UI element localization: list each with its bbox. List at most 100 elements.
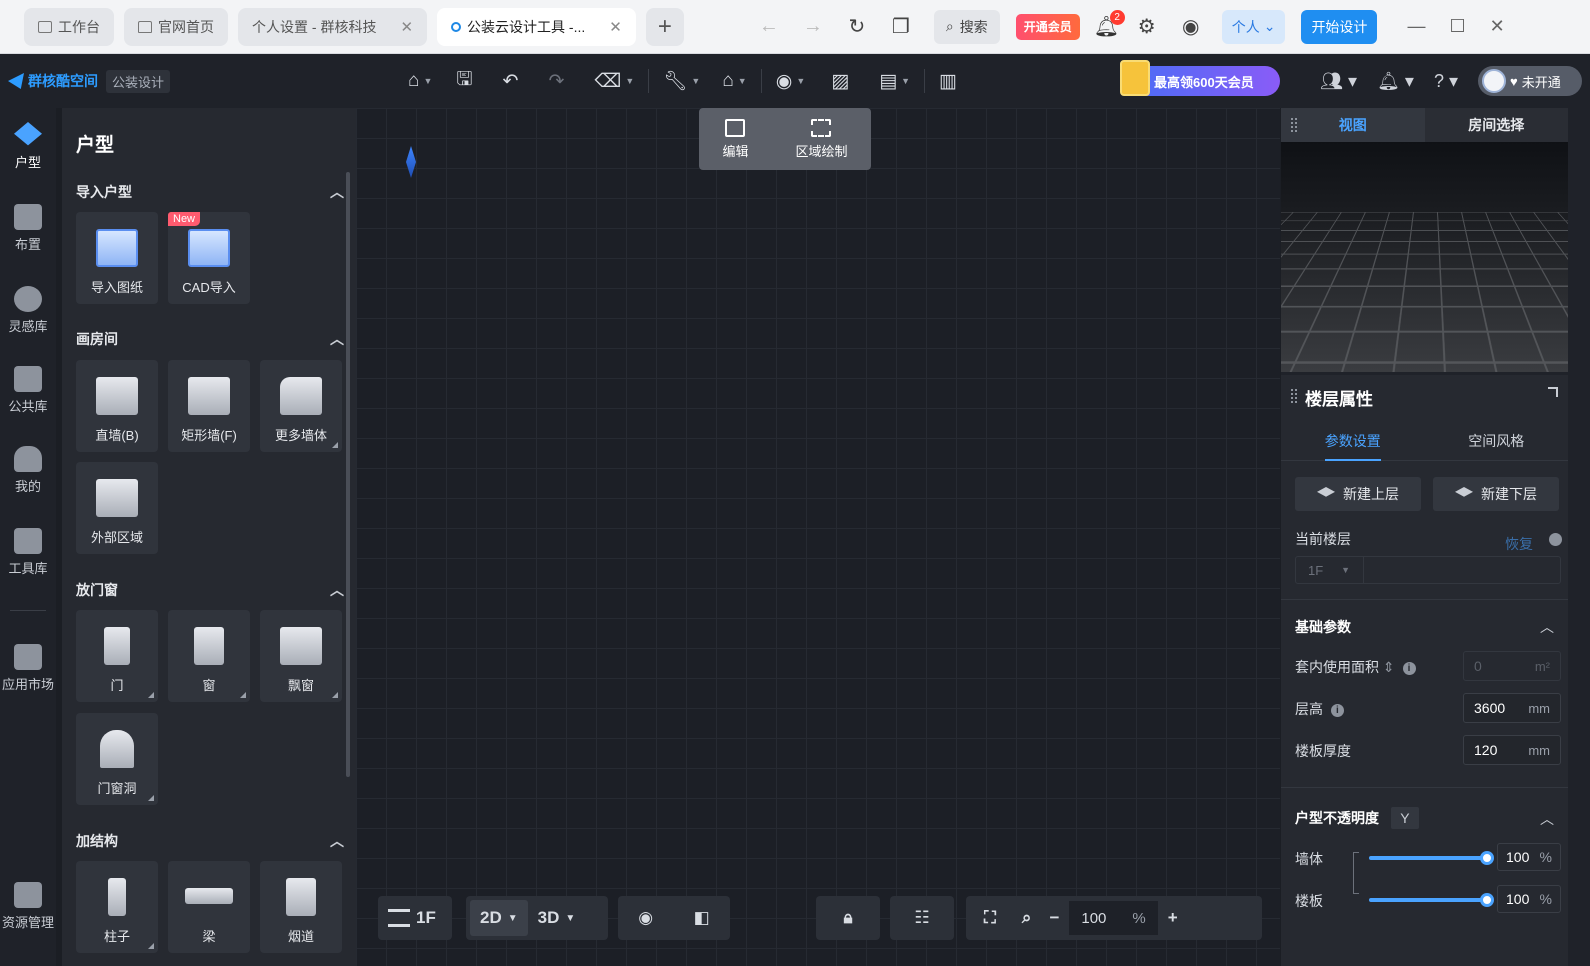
tab-view[interactable]: 视图 <box>1281 108 1425 142</box>
lock-tool[interactable]: 🔒︎ <box>816 896 880 940</box>
floor-height-input[interactable]: 3600 mm <box>1463 693 1561 723</box>
edit-tool-button[interactable]: 编辑 <box>722 118 749 160</box>
back-icon[interactable]: ← <box>754 12 784 42</box>
lock-icon[interactable]: 🔒︎ <box>833 908 862 928</box>
vip-status-pill[interactable]: ♥ 未开通 <box>1478 66 1582 96</box>
close-window-icon[interactable]: ✕ <box>1490 16 1505 37</box>
persona-dropdown[interactable]: 个人 ⌄ <box>1221 9 1286 44</box>
open-vip-button[interactable]: 开通会员 <box>1015 13 1080 40</box>
tab-parameters[interactable]: 参数设置 <box>1281 421 1425 461</box>
wall-opacity-slider[interactable] <box>1369 851 1494 865</box>
rail-item-mine[interactable]: 我的 <box>0 446 56 495</box>
more-walls-card[interactable]: 更多墙体 <box>260 360 342 452</box>
floor-switcher[interactable]: 1F <box>378 896 452 940</box>
zoom-input[interactable]: 100 % <box>1069 901 1158 935</box>
new-upper-floor-button[interactable]: 新建上层 <box>1295 477 1421 511</box>
section-header-structure[interactable]: 加结构 ︿ <box>76 831 344 851</box>
rail-item-resource-management[interactable]: 资源管理 <box>0 882 56 931</box>
settings-icon[interactable]: ⚙ <box>1132 12 1162 42</box>
toggle-tool[interactable]: ☷ <box>890 896 954 940</box>
rail-item-toolbox[interactable]: 工具库 <box>0 528 56 577</box>
panel-scrollbar[interactable] <box>346 172 350 777</box>
app-logo[interactable]: 群核酷空间 <box>8 71 98 91</box>
door-opening-card[interactable]: 门窗洞 <box>76 713 158 805</box>
help-icon[interactable]: ? ▾ <box>1434 71 1458 92</box>
current-floor-select[interactable]: 1F ▼ <box>1295 556 1561 584</box>
wall-opacity-input[interactable]: 100 % <box>1497 843 1561 871</box>
image-button[interactable]: ▨ <box>831 64 849 98</box>
eraser-button[interactable]: ⌫ ▼ <box>594 64 634 98</box>
region-draw-button[interactable]: 区域绘制 <box>795 118 848 160</box>
drag-handle-icon[interactable] <box>1291 389 1297 403</box>
section-header-draw-room[interactable]: 画房间 ︿ <box>76 329 344 349</box>
robot-icon[interactable]: ◉ <box>1176 12 1206 42</box>
cad-import-card[interactable]: New CAD导入 <box>168 212 250 304</box>
notification-button[interactable]: 🔔︎ 2 <box>1094 9 1125 40</box>
straight-wall-card[interactable]: 直墙(B) <box>76 360 158 452</box>
flue-card[interactable]: 烟道 <box>260 861 342 953</box>
3d-preview[interactable] <box>1281 142 1568 372</box>
chevron-up-icon[interactable]: ︿ <box>1540 617 1554 637</box>
rail-item-layout[interactable]: 布置 <box>0 204 56 253</box>
section-header-doors-windows[interactable]: 放门窗 ︿ <box>76 580 344 600</box>
save-button[interactable]: 🖫 <box>456 64 472 98</box>
expand-icon[interactable] <box>1548 387 1558 397</box>
rail-item-floorplan[interactable]: 户型 <box>0 122 56 171</box>
camera-button[interactable]: ◉ ▼ <box>776 64 806 98</box>
fit-view-button[interactable]: ⛶ <box>966 908 1014 928</box>
import-drawing-card[interactable]: 导入图纸 <box>76 212 158 304</box>
slab-thickness-input[interactable]: 120 mm <box>1463 735 1561 765</box>
rail-item-inspiration[interactable]: 灵感库 <box>0 286 56 335</box>
section-header-import[interactable]: 导入户型 ︿ <box>76 182 344 202</box>
zoom-in-button[interactable]: + <box>1158 908 1188 928</box>
zoom-region-button[interactable]: ⌕ <box>1014 908 1040 928</box>
search-button[interactable]: ⌕ 搜索 <box>933 9 1000 44</box>
window-card[interactable]: 窗 <box>168 610 250 702</box>
new-tab-button[interactable]: + <box>645 7 684 46</box>
info-icon[interactable]: i <box>1330 703 1344 717</box>
outer-area-card[interactable]: 外部区域 <box>76 462 158 554</box>
link-icon[interactable] <box>1353 852 1359 894</box>
slab-opacity-input[interactable]: 100 % <box>1497 885 1561 913</box>
home-menu-button[interactable]: ⌂ ▼ <box>408 64 432 98</box>
opacity-toggle[interactable]: Y <box>1390 807 1419 829</box>
mode-2d-button[interactable]: 2D ▼ <box>470 900 528 936</box>
rail-item-public-library[interactable]: 公共库 <box>0 366 56 415</box>
drag-handle-icon[interactable] <box>1291 118 1297 132</box>
cube-view-button[interactable]: ◧ <box>684 908 720 928</box>
structure-button[interactable]: ⌂ ▼ <box>722 64 746 98</box>
toggle-icon[interactable]: ☷ <box>904 908 939 928</box>
tools-button[interactable]: 🔧︎ ▼ <box>663 64 700 98</box>
tab-homepage[interactable]: 官网首页 <box>124 7 228 46</box>
rail-item-app-market[interactable]: 应用市场 <box>0 644 56 693</box>
maximize-icon[interactable]: ☐ <box>1449 16 1465 37</box>
design-canvas[interactable] <box>356 108 1280 966</box>
refresh-icon[interactable]: ↻ <box>842 12 872 42</box>
mode-3d-button[interactable]: 3D ▼ <box>528 908 586 928</box>
start-design-button[interactable]: 开始设计 <box>1301 9 1378 44</box>
close-icon[interactable]: ✕ <box>400 18 413 36</box>
floor-button[interactable]: 1F <box>378 908 446 928</box>
new-lower-floor-button[interactable]: 新建下层 <box>1433 477 1559 511</box>
rect-wall-card[interactable]: 矩形墙(F) <box>168 360 250 452</box>
tab-space-style[interactable]: 空间风格 <box>1425 421 1569 460</box>
chevron-up-icon[interactable]: ︿ <box>1540 809 1554 829</box>
slab-opacity-slider[interactable] <box>1369 893 1494 907</box>
info-icon[interactable]: i <box>1402 661 1416 675</box>
door-card[interactable]: 门 <box>76 610 158 702</box>
zoom-out-button[interactable]: − <box>1039 908 1069 928</box>
layout-button[interactable]: ▥ <box>939 64 957 98</box>
collaborators-icon[interactable]: 👥︎ ▾ <box>1320 71 1357 92</box>
tab-room-select[interactable]: 房间选择 <box>1425 108 1569 142</box>
forward-icon[interactable]: → <box>798 12 828 42</box>
tab-workbench[interactable]: 工作台 <box>24 7 114 46</box>
undo-button[interactable]: ↶ <box>503 64 519 98</box>
document-button[interactable]: ▤ ▼ <box>879 64 910 98</box>
slider-knob[interactable] <box>1480 851 1494 865</box>
bell-icon[interactable]: 🔔︎ ▾ <box>1377 71 1414 92</box>
redo-button[interactable]: ↷ <box>549 64 565 98</box>
column-card[interactable]: 柱子 <box>76 861 158 953</box>
restore-link[interactable]: 恢复 <box>1505 534 1533 554</box>
tab-design-tool[interactable]: 公装云设计工具 -... ✕ <box>437 7 636 46</box>
beam-card[interactable]: 梁 <box>168 861 250 953</box>
